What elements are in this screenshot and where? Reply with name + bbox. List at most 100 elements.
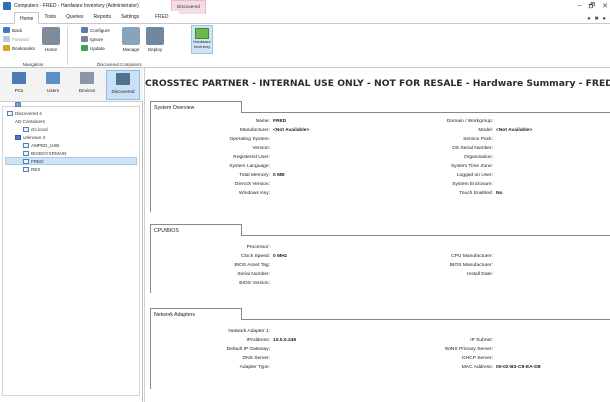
page-title: CROSSTEC PARTNER - INTERNAL USE ONLY - N… bbox=[145, 78, 610, 89]
unknown-icon bbox=[15, 134, 21, 140]
pc-icon bbox=[12, 72, 26, 84]
back-icon bbox=[3, 27, 10, 33]
nav-discovered[interactable]: Discovered bbox=[106, 70, 140, 100]
app-icon bbox=[3, 2, 11, 10]
tree-node-computer[interactable]: REX bbox=[5, 165, 137, 173]
tab-fred[interactable]: FRED bbox=[144, 11, 180, 23]
field-row: Organisation: bbox=[463, 155, 493, 160]
home-icon bbox=[42, 27, 60, 45]
field-row: Version: bbox=[252, 146, 270, 151]
network-adapters-panel: Network Adapters Network Adapter 1: IPAd… bbox=[150, 308, 610, 389]
tab-home[interactable]: Home bbox=[14, 12, 40, 24]
computer-icon bbox=[23, 166, 29, 172]
configure-icon bbox=[81, 27, 88, 33]
ribbon: Back Forward Bookmarks Home Navigation C… bbox=[0, 24, 610, 68]
field-row: DHCP Server: bbox=[462, 356, 493, 361]
refresh-icon bbox=[81, 45, 88, 51]
tab-tools[interactable]: Tools bbox=[39, 11, 61, 23]
computer-icon bbox=[23, 142, 29, 148]
configure-button[interactable]: Configure bbox=[81, 27, 110, 33]
help-icon[interactable]: ● bbox=[587, 16, 591, 22]
container-icon bbox=[15, 102, 21, 107]
navigation-group-label: Navigation bbox=[22, 62, 44, 67]
hardware-summary-pane: CROSSTEC PARTNER - INTERNAL USE ONLY - N… bbox=[144, 68, 610, 402]
field-row: MAC Address: 00-02-B3-C8-EA-D8 bbox=[461, 365, 541, 370]
bookmarks-button[interactable]: Bookmarks bbox=[3, 45, 35, 51]
back-button[interactable]: Back bbox=[3, 27, 22, 33]
field-row: Operating System: bbox=[229, 137, 270, 142]
field-row: BIOS Asset Tag: bbox=[234, 263, 270, 268]
discovered-group-label: Discovered Computers bbox=[97, 62, 142, 67]
field-row: CPU Manufacturer: bbox=[451, 254, 493, 259]
quick-access: ● ■ ● bbox=[587, 16, 606, 22]
update-button[interactable]: Update bbox=[81, 45, 105, 51]
tab-settings[interactable]: Settings bbox=[116, 11, 144, 23]
forward-button[interactable]: Forward bbox=[3, 36, 29, 42]
computer-icon bbox=[23, 150, 29, 156]
tree-node-discovered[interactable]: Discovered 4 bbox=[5, 109, 137, 117]
tree-node-computer[interactable]: BIGBOYXRMAIN bbox=[5, 149, 137, 157]
cpu-bios-tab: CPU\BIOS bbox=[150, 224, 242, 236]
field-row: WINS Primary Server: bbox=[444, 347, 493, 352]
deploy-button[interactable]: Deploy bbox=[143, 27, 167, 52]
field-row: BIOS Version: bbox=[239, 281, 270, 286]
bookmark-icon bbox=[3, 45, 10, 51]
field-row: Registered User: bbox=[233, 155, 270, 160]
field-row: Total Memory: 0 MB bbox=[239, 173, 285, 178]
nav-devices[interactable]: Devices bbox=[72, 70, 102, 100]
ignore-button[interactable]: Ignore bbox=[81, 36, 103, 42]
field-row: Model: <Not Available> bbox=[478, 128, 533, 133]
deploy-icon bbox=[146, 27, 164, 45]
field-row: Processor: bbox=[246, 245, 270, 250]
nav-users[interactable]: Users bbox=[38, 70, 68, 100]
field-row: Serial Number: bbox=[237, 272, 270, 277]
field-row: Domain / Workgroup: bbox=[446, 119, 493, 124]
tree-node-ad-containers[interactable]: AD Containers bbox=[5, 102, 137, 125]
folder-icon bbox=[7, 110, 13, 116]
ribbon-tabs: Home Tools Queries Reports Settings FRED bbox=[0, 11, 610, 24]
manage-button[interactable]: Manage bbox=[119, 27, 143, 52]
nav-pcs[interactable]: PCs bbox=[4, 70, 34, 100]
field-row: System Enclosure: bbox=[452, 182, 493, 187]
manage-icon bbox=[122, 27, 140, 45]
tab-reports[interactable]: Reports bbox=[89, 11, 117, 23]
field-row: Windows Key: bbox=[239, 191, 270, 196]
tab-queries[interactable]: Queries bbox=[61, 11, 89, 23]
navigation-group: Back Forward Bookmarks Home Navigation bbox=[0, 24, 66, 68]
field-row: Default IP Gateway: bbox=[226, 347, 270, 352]
hardware-inventory-icon bbox=[195, 28, 209, 39]
devices-icon bbox=[80, 72, 94, 84]
tree-node-computer[interactable]: AMPED_USB bbox=[5, 141, 137, 149]
field-row: IPAddress: 10.0.0.249 bbox=[246, 338, 297, 343]
forward-icon bbox=[3, 36, 10, 42]
field-row: System Time Zone: bbox=[450, 164, 493, 169]
hardware-inventory-button[interactable]: Hardware Inventory bbox=[191, 25, 213, 54]
discovered-icon bbox=[116, 73, 130, 85]
ignore-icon bbox=[81, 36, 88, 42]
field-row: Install Date: bbox=[467, 272, 493, 277]
field-row: Clock Speed: 0 MHz bbox=[240, 254, 288, 259]
field-row: Touch Enabled: No bbox=[459, 191, 503, 196]
print-icon[interactable]: ■ bbox=[595, 16, 599, 22]
window-title: Computers - FRED - Hardware Inventory (A… bbox=[14, 3, 139, 9]
field-row: Manufacturer: <Not Available> bbox=[239, 128, 310, 133]
system-overview-panel: System Overview Name: FRED Manufacturer: <… bbox=[150, 101, 610, 212]
domain-icon bbox=[23, 126, 29, 132]
info-icon[interactable]: ● bbox=[602, 16, 606, 22]
home-button[interactable]: Home bbox=[40, 27, 62, 52]
tree-node-unknown[interactable]: unknown 4 bbox=[5, 133, 137, 141]
system-overview-tab: System Overview bbox=[150, 101, 242, 113]
field-row: Logged on User: bbox=[456, 173, 493, 178]
field-row: DirectX Version: bbox=[234, 182, 270, 187]
field-row: System Language: bbox=[229, 164, 270, 169]
tree-node-computer-selected[interactable]: FRED bbox=[5, 157, 137, 165]
computer-icon bbox=[23, 158, 29, 164]
network-adapters-tab: Network Adapters bbox=[150, 308, 242, 320]
field-row: Name: FRED bbox=[255, 119, 287, 124]
discovered-tree: Discovered 4 AD Containers ctc.local unk… bbox=[0, 102, 143, 402]
field-row: Adapter Type: bbox=[239, 365, 270, 370]
tree-node-domain[interactable]: ctc.local bbox=[5, 125, 137, 133]
discovered-group: Configure Ignore Update Manage Deploy Di… bbox=[69, 24, 187, 68]
field-row: OS Serial Number: bbox=[451, 146, 493, 151]
field-row: IP Subnet: bbox=[470, 338, 493, 343]
